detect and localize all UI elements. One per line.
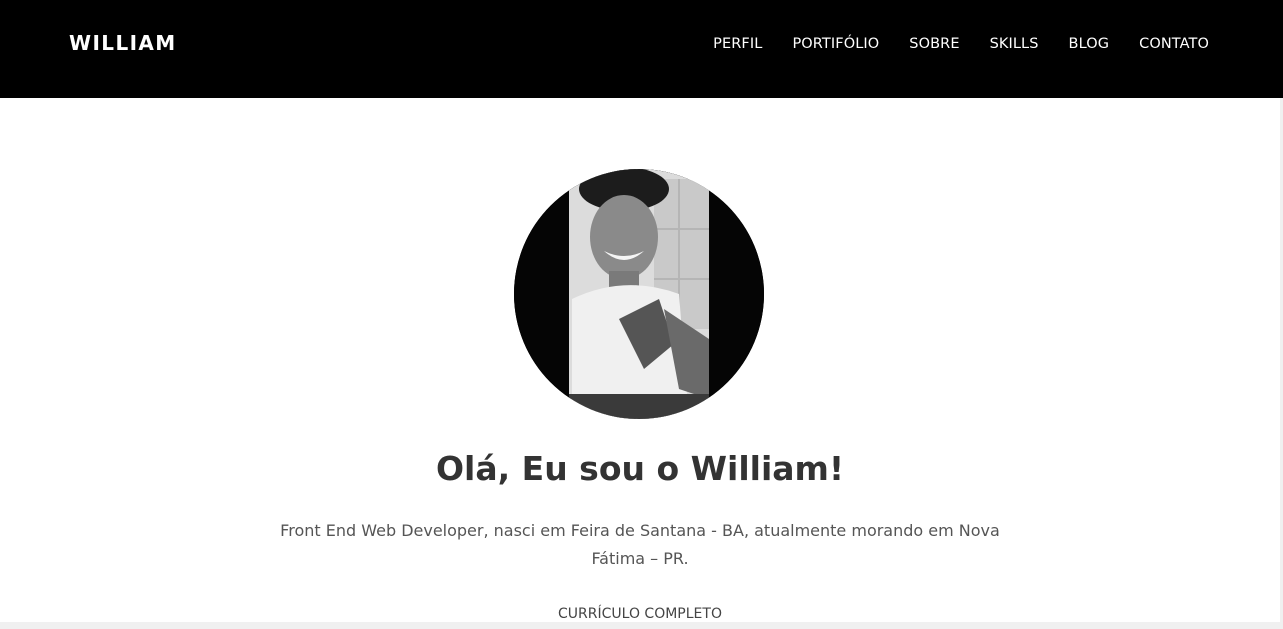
hero-description: Front End Web Developer, nasci em Feira … bbox=[280, 521, 1000, 568]
nav-item-contato: CONTATO bbox=[1139, 33, 1209, 52]
brand-logo[interactable]: WILLIAM bbox=[69, 31, 177, 55]
nav-link-sobre[interactable]: SOBRE bbox=[909, 36, 959, 52]
profile-photo-icon bbox=[514, 169, 764, 419]
nav-link-contato[interactable]: CONTATO bbox=[1139, 36, 1209, 52]
top-navbar: WILLIAM PERFIL PORTIFÓLIO SOBRE SKILLS B… bbox=[0, 0, 1283, 98]
nav-item-perfil: PERFIL bbox=[713, 33, 762, 52]
nav-item-skills: SKILLS bbox=[990, 33, 1039, 52]
hero-title: Olá, Eu sou o William! bbox=[436, 449, 844, 488]
nav-link-perfil[interactable]: PERFIL bbox=[713, 36, 762, 52]
nav-link-blog[interactable]: BLOG bbox=[1069, 36, 1110, 52]
nav-item-portifolio: PORTIFÓLIO bbox=[792, 33, 879, 52]
full-resume-link[interactable]: CURRÍCULO COMPLETO bbox=[0, 606, 1280, 622]
nav-link-skills[interactable]: SKILLS bbox=[990, 36, 1039, 52]
nav-item-sobre: SOBRE bbox=[909, 33, 959, 52]
horizontal-scrollbar bbox=[0, 622, 1283, 629]
nav-link-portifolio[interactable]: PORTIFÓLIO bbox=[792, 36, 879, 52]
main-nav: PERFIL PORTIFÓLIO SOBRE SKILLS BLOG CONT… bbox=[713, 33, 1209, 52]
avatar bbox=[514, 169, 764, 419]
nav-item-blog: BLOG bbox=[1069, 33, 1110, 52]
